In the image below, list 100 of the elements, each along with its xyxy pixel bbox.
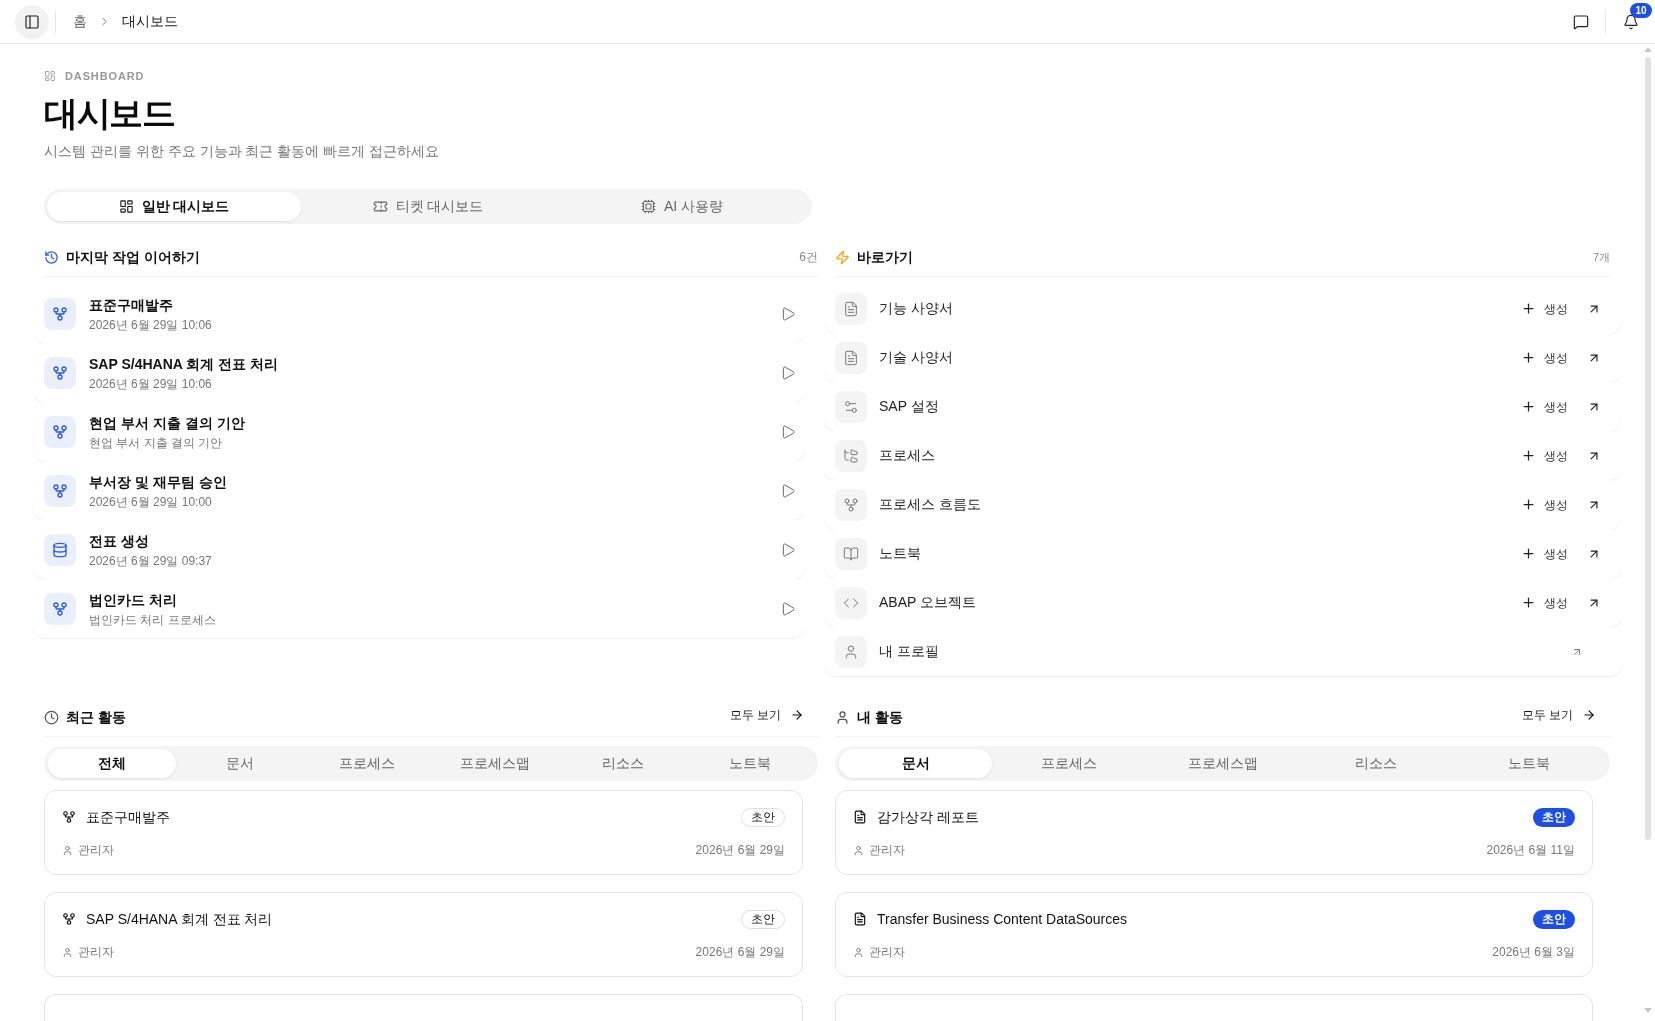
card-title: SAP S/4HANA 회계 전표 처리 <box>86 909 273 929</box>
arrow-icon <box>790 707 804 722</box>
work-item[interactable]: 표준구매발주 2026년 6월 29일 10:06 <box>33 284 805 343</box>
tab[interactable]: 프로세스 <box>992 749 1146 778</box>
work-item[interactable]: 현업 부서 지출 결의 기안 현업 부서 지출 결의 기안 <box>33 402 805 461</box>
tab[interactable]: 리소스 <box>558 749 687 778</box>
tab[interactable]: 리소스 <box>1299 749 1453 778</box>
page-subtitle: 시스템 관리를 위한 주요 기능과 최근 활동에 빠르게 접근하세요 <box>44 142 440 161</box>
dashboard-icon <box>118 199 134 214</box>
work-subtitle: 2026년 6월 29일 10:06 <box>89 375 213 392</box>
tab[interactable]: 프로세스맵 <box>431 749 559 778</box>
status-badge: 초안 <box>1533 909 1575 929</box>
chat-icon[interactable] <box>1573 13 1589 30</box>
shortcut-item[interactable]: ABAP 오브젝트 생성 <box>824 578 1622 627</box>
author-name: 관리자 <box>78 842 114 859</box>
create-button[interactable]: 생성 <box>1521 593 1568 612</box>
activity-card[interactable]: Transfer Business Content DataSources 초안 관리자 2026년 6월 3일 <box>835 892 1593 977</box>
section-title: 마지막 작업 이어하기 <box>66 247 200 267</box>
status-badge: 초안 <box>741 807 785 827</box>
shortcut-item[interactable]: 기능 사양서 생성 <box>824 284 1622 333</box>
plus-icon <box>1521 546 1536 561</box>
work-item[interactable]: 전표 생성 2026년 6월 29일 09:37 <box>33 520 805 579</box>
tab[interactable]: 일반 대시보드 <box>47 192 301 221</box>
play-icon[interactable] <box>780 541 796 558</box>
tab[interactable]: 문서 <box>839 749 993 778</box>
user-icon <box>853 946 864 958</box>
bell-icon[interactable] <box>1623 13 1639 30</box>
shortcut-label: ABAP 오브젝트 <box>879 593 976 612</box>
create-button[interactable]: 생성 <box>1521 446 1568 465</box>
tab[interactable]: 프로세스 <box>303 749 431 778</box>
shortcut-item[interactable]: 기술 사양서 생성 <box>824 333 1622 382</box>
play-icon[interactable] <box>780 482 796 499</box>
view-all-link[interactable]: 모두 보기 <box>729 705 804 724</box>
create-button[interactable]: 생성 <box>1521 299 1568 318</box>
tab[interactable]: 티켓 대시보드 <box>301 192 555 221</box>
play-icon[interactable] <box>780 305 796 322</box>
item-count: 6건 <box>799 249 818 266</box>
play-icon[interactable] <box>780 423 796 440</box>
card-date: 2026년 6월 29일 <box>695 842 785 859</box>
user-icon <box>62 844 73 856</box>
activity-card[interactable]: 감가상각 레포트 초안 관리자 2026년 6월 11일 <box>835 790 1593 875</box>
work-item[interactable]: 부서장 및 재무팀 승인 2026년 6월 29일 10:00 <box>33 461 805 520</box>
author-name: 관리자 <box>869 944 905 961</box>
shortcut-item[interactable]: SAP 설정 생성 <box>824 382 1622 431</box>
shortcut-item[interactable]: 프로세스 흐름도 생성 <box>824 480 1622 529</box>
card-date: 2026년 6월 11일 <box>1486 842 1575 859</box>
plus-icon <box>1521 595 1536 610</box>
tab[interactable]: 전체 <box>48 749 176 778</box>
user-icon <box>853 844 864 856</box>
play-icon[interactable] <box>780 600 796 617</box>
dashboard-icon <box>44 70 56 82</box>
shortcut-item[interactable]: 내 프로필 <box>824 627 1622 676</box>
shortcut-label: 기술 사양서 <box>879 348 953 367</box>
section-title: 최근 활동 <box>66 707 126 727</box>
tab[interactable]: 프로세스맵 <box>1145 749 1300 778</box>
card-title: 감가상각 레포트 <box>877 807 979 827</box>
card-date: 2026년 6월 29일 <box>695 944 785 961</box>
tab[interactable]: AI 사용량 <box>555 192 809 221</box>
breadcrumb-link[interactable]: 홈 <box>73 11 87 32</box>
play-icon[interactable] <box>780 364 796 381</box>
work-item[interactable]: 법인카드 처리 법인카드 처리 프로세스 <box>33 579 805 638</box>
sidebar-toggle-button[interactable] <box>15 4 49 39</box>
sliders-icon <box>835 390 867 423</box>
breadcrumb-current: 대시보드 <box>122 12 178 31</box>
section-title: 내 활동 <box>857 707 903 727</box>
user-icon <box>62 946 73 958</box>
tab[interactable]: 노트북 <box>686 749 815 778</box>
tab[interactable]: 노트북 <box>1452 749 1607 778</box>
work-subtitle: 2026년 6월 29일 10:06 <box>89 316 213 333</box>
status-badge: 초안 <box>1533 807 1575 827</box>
shortcut-item[interactable]: 노트북 생성 <box>824 529 1622 578</box>
fork-icon <box>835 488 867 521</box>
scrollbar-thumb[interactable] <box>1644 57 1651 840</box>
fork-icon <box>44 415 76 448</box>
work-title: 전표 생성 <box>89 531 150 551</box>
work-item[interactable]: SAP S/4HANA 회계 전표 처리 2026년 6월 29일 10:06 <box>33 343 805 402</box>
activity-card[interactable]: 표준구매발주 초안 관리자 2026년 6월 29일 <box>44 790 803 875</box>
code-icon <box>835 586 867 619</box>
book-icon <box>835 537 867 570</box>
create-button[interactable]: 생성 <box>1521 397 1568 416</box>
shortcut-label: 프로세스 흐름도 <box>879 495 981 514</box>
item-count: 7개 <box>1592 249 1610 265</box>
shortcut-label: 프로세스 <box>879 446 935 465</box>
shortcut-item[interactable]: 프로세스 생성 <box>824 431 1622 480</box>
user-icon <box>835 709 850 725</box>
page-title: 대시보드 <box>44 93 175 134</box>
document-icon <box>835 292 867 325</box>
tab[interactable]: 문서 <box>175 749 304 778</box>
work-subtitle: 2026년 6월 29일 10:00 <box>89 493 213 510</box>
view-all-link[interactable]: 모두 보기 <box>1521 705 1596 724</box>
database-icon <box>44 533 76 566</box>
lightning-icon <box>835 249 850 265</box>
work-subtitle: 법인카드 처리 프로세스 <box>89 611 217 628</box>
create-button[interactable]: 생성 <box>1521 544 1568 563</box>
activity-card[interactable]: SAP S/4HANA 회계 전표 처리 초안 관리자 2026년 6월 29일 <box>44 892 803 977</box>
shortcut-label: SAP 설정 <box>879 397 939 416</box>
create-button[interactable]: 생성 <box>1521 348 1568 367</box>
create-button[interactable]: 생성 <box>1521 495 1568 514</box>
document-icon <box>853 912 867 926</box>
work-title: 부서장 및 재무팀 승인 <box>89 472 228 492</box>
